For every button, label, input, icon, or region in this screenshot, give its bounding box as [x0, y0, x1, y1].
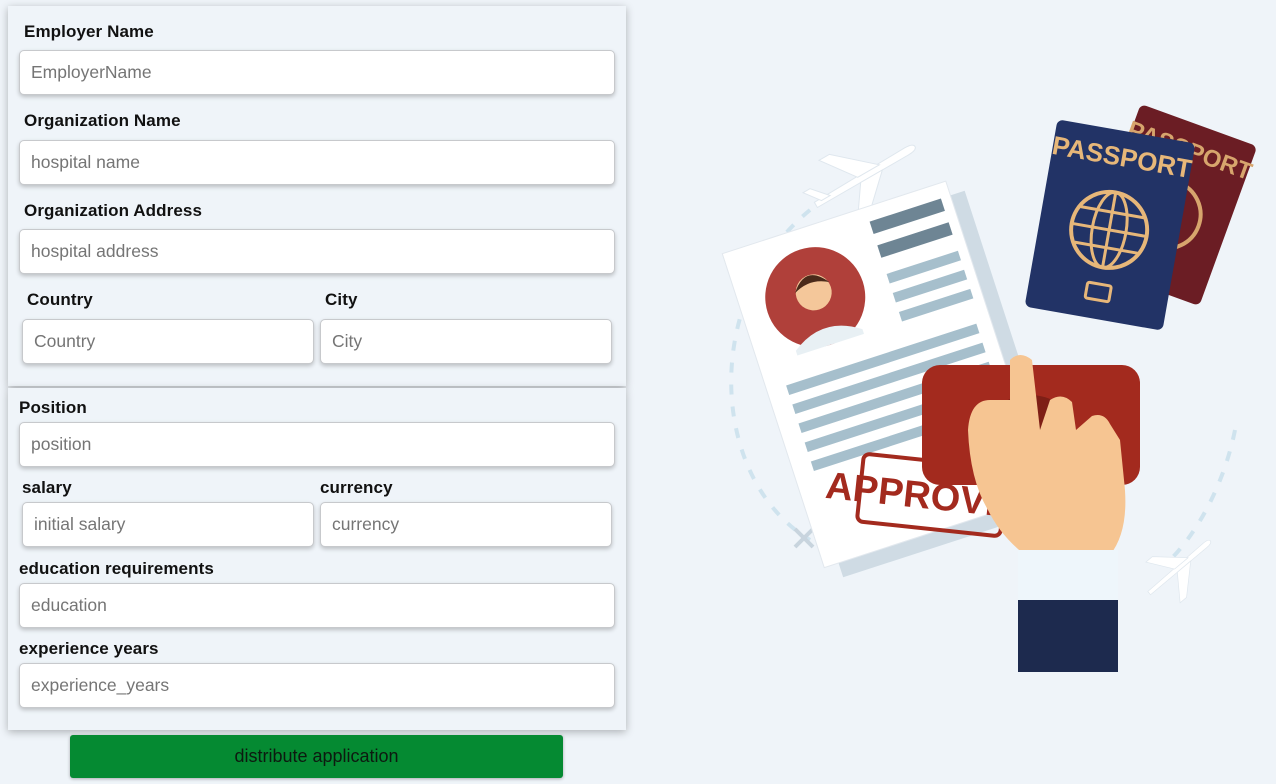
- education-input[interactable]: [19, 583, 615, 628]
- salary-label: salary: [22, 478, 72, 497]
- city-label: City: [325, 290, 358, 309]
- education-label: education requirements: [19, 559, 214, 578]
- airplane-small-icon: [1145, 539, 1212, 604]
- employer-name-input[interactable]: [19, 50, 615, 95]
- currency-label: currency: [320, 478, 393, 497]
- experience-label: experience years: [19, 639, 159, 658]
- salary-input[interactable]: [22, 502, 314, 547]
- visa-approval-illustration: PASSPORT PASSPORT: [721, 105, 1256, 672]
- organization-address-input[interactable]: [19, 229, 615, 274]
- position-input[interactable]: [19, 422, 615, 467]
- flight-path-right: [1168, 429, 1237, 562]
- position-label: Position: [19, 398, 87, 417]
- employer-name-label: Employer Name: [24, 22, 154, 41]
- organization-address-label: Organization Address: [24, 201, 203, 220]
- passport-front: PASSPORT: [1025, 120, 1195, 330]
- country-input[interactable]: [22, 319, 314, 364]
- experience-input[interactable]: [19, 663, 615, 708]
- employer-section-card: Employer Name Organization Name Organiza…: [8, 6, 626, 386]
- city-input[interactable]: [320, 319, 612, 364]
- country-label: Country: [27, 290, 93, 309]
- position-section-card: Position salary currency education requi…: [8, 388, 626, 730]
- organization-name-input[interactable]: [19, 140, 615, 185]
- organization-name-label: Organization Name: [24, 111, 181, 130]
- distribute-application-button[interactable]: distribute application: [70, 735, 563, 778]
- currency-input[interactable]: [320, 502, 612, 547]
